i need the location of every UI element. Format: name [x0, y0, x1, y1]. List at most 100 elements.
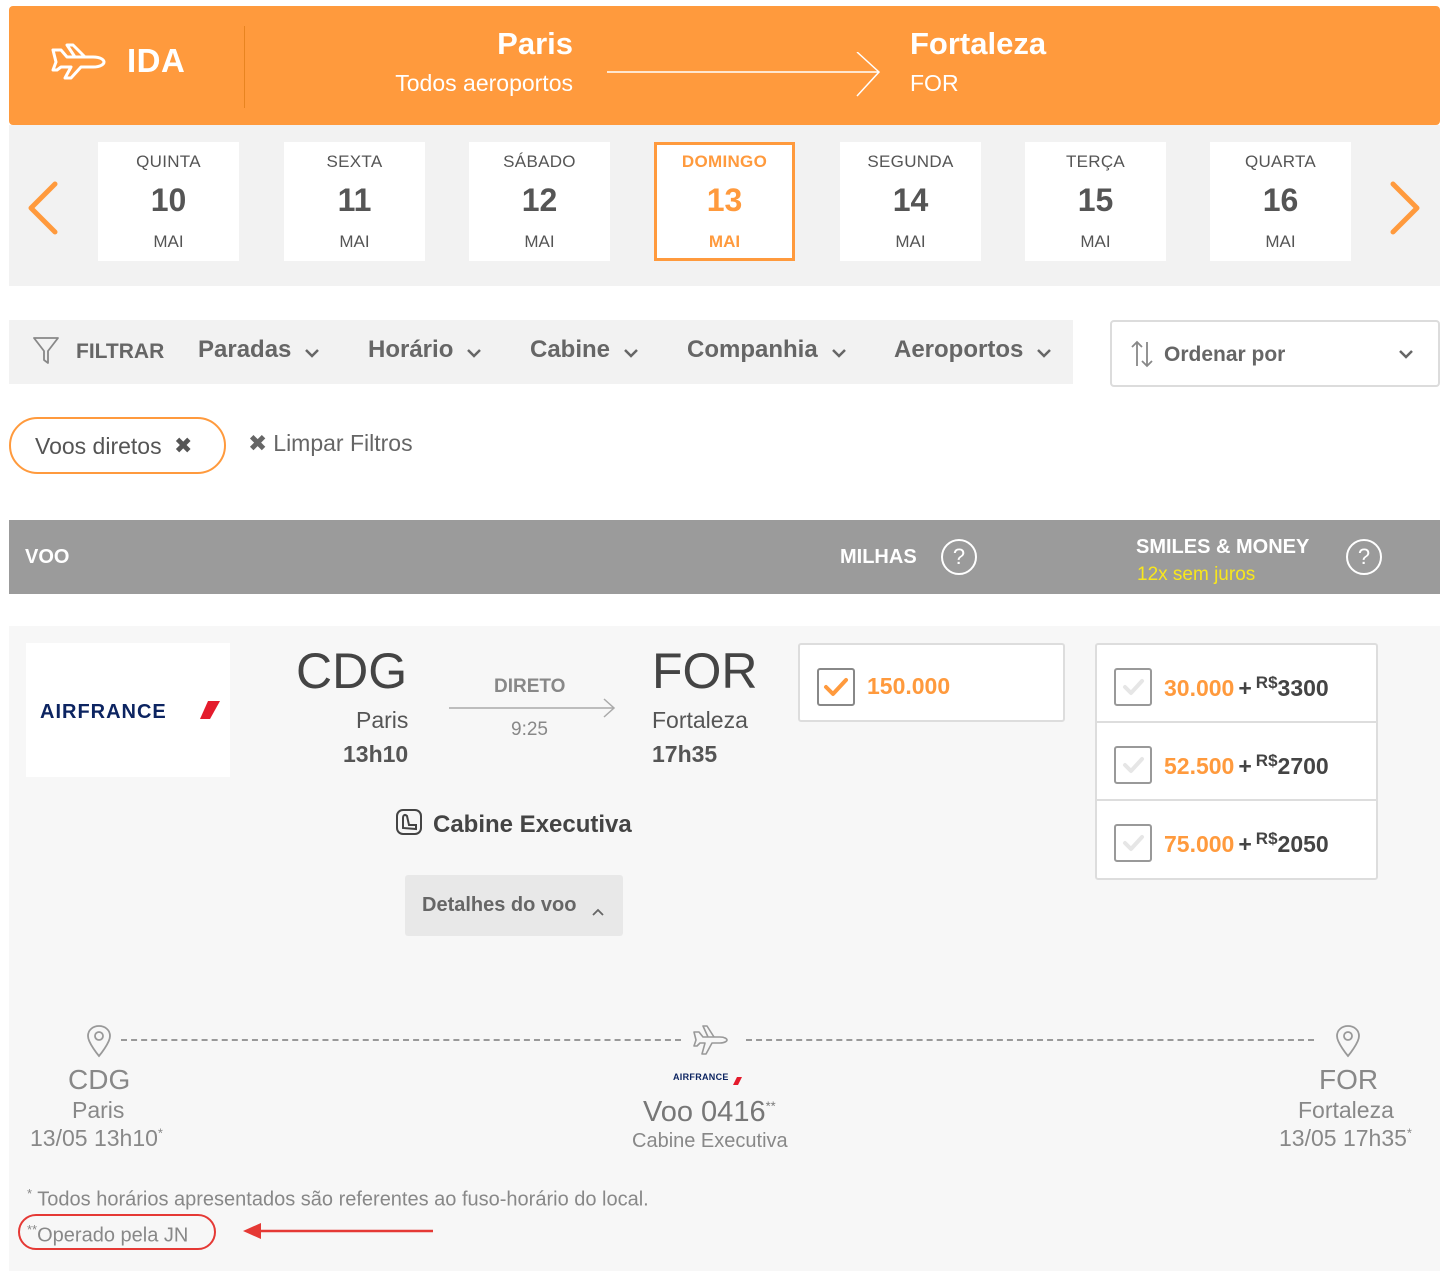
date-month: MAI — [895, 232, 926, 251]
chip-label: Voos diretos — [35, 433, 162, 459]
annotation-arrow-icon — [243, 1222, 435, 1245]
origin-code: CDG — [296, 643, 408, 699]
option-money: 2050 — [1277, 831, 1329, 857]
flight-details-button[interactable]: Detalhes do voo — [405, 875, 623, 936]
smiles-money-option[interactable]: 75.000 + R$2050 — [1097, 801, 1376, 879]
footnote-text: Todos horários apresentados são referent… — [37, 1188, 649, 1211]
column-miles: MILHAS — [840, 546, 917, 568]
filter-airline-dropdown[interactable]: Companhia — [687, 336, 846, 365]
arrival-time: 17h35 — [652, 741, 718, 767]
dropdown-label: Horário — [368, 336, 454, 363]
check-icon — [1123, 757, 1144, 773]
date-weekday: SEGUNDA — [867, 152, 954, 171]
option-checkbox[interactable] — [1114, 746, 1152, 784]
miles-help-icon[interactable]: ? — [941, 539, 977, 575]
origin-city: Paris — [356, 707, 409, 733]
dropdown-label: Cabine — [530, 336, 611, 363]
date-weekday: QUINTA — [136, 152, 201, 171]
currency-symbol: R$ — [1255, 673, 1278, 692]
date-weekday: DOMINGO — [681, 152, 768, 171]
prev-date-icon[interactable] — [25, 180, 61, 241]
seat-icon — [395, 808, 423, 843]
chevron-down-icon — [467, 337, 482, 365]
check-icon — [1123, 835, 1144, 851]
airline-name: AIRFRANCE — [673, 1072, 729, 1082]
location-pin-icon — [86, 1024, 112, 1063]
location-pin-icon — [1335, 1024, 1361, 1063]
dropdown-label: Paradas — [198, 336, 292, 363]
date-day: 14 — [892, 182, 929, 218]
date-day: 15 — [1077, 182, 1114, 218]
date-card[interactable]: QUINTA 10 MAI — [98, 142, 239, 261]
sort-label: Ordenar por — [1164, 343, 1286, 366]
date-card[interactable]: TERÇA 15 MAI — [1025, 142, 1166, 261]
date-card[interactable]: SEXTA 11 MAI — [284, 142, 425, 261]
check-icon — [824, 678, 848, 696]
timeline-destination-code: FOR — [1319, 1064, 1379, 1095]
date-card-selected[interactable]: DOMINGO 13 MAI — [654, 142, 795, 261]
route-dash-line — [746, 1039, 1314, 1041]
option-miles: 75.000 — [1164, 831, 1235, 857]
chevron-down-icon — [831, 337, 846, 365]
installments-note: 12x sem juros — [1137, 564, 1256, 585]
sort-icon — [1130, 340, 1154, 373]
smiles-money-option[interactable]: 52.500 + R$2700 — [1097, 723, 1376, 801]
airplane-icon — [692, 1024, 728, 1061]
filter-stops-dropdown[interactable]: Paradas — [198, 336, 320, 365]
filter-time-dropdown[interactable]: Horário — [368, 336, 482, 365]
plus-sign: + — [1238, 831, 1252, 857]
close-icon: ✖ — [248, 430, 268, 456]
option-checkbox[interactable] — [1114, 824, 1152, 862]
date-weekday: TERÇA — [1065, 152, 1126, 171]
date-day: 10 — [150, 182, 187, 218]
currency-symbol: R$ — [1255, 829, 1278, 848]
date-month: MAI — [708, 232, 741, 251]
flight-number-text: Voo 0416 — [643, 1096, 766, 1128]
details-label: Detalhes do voo — [422, 894, 577, 916]
active-filter-chip[interactable]: Voos diretos ✖ — [9, 417, 226, 474]
currency-symbol: R$ — [1255, 751, 1278, 770]
airline-name: AIRFRANCE — [40, 701, 167, 723]
airfrance-stripe-icon — [200, 701, 220, 724]
date-card[interactable]: SÁBADO 12 MAI — [469, 142, 610, 261]
date-month: MAI — [1265, 232, 1296, 251]
column-smiles-money: SMILES & MONEY — [1136, 536, 1310, 558]
option-miles: 30.000 — [1164, 675, 1235, 701]
cabin-class: Cabine Executiva — [395, 808, 632, 843]
flight-number: Voo 0416** — [643, 1096, 776, 1129]
origin-city: Paris — [497, 26, 573, 61]
filter-airports-dropdown[interactable]: Aeroportos — [894, 336, 1052, 365]
miles-price-option[interactable]: 150.000 — [798, 643, 1065, 722]
smiles-money-option[interactable]: 30.000 + R$3300 — [1097, 645, 1376, 723]
footnote-mark: * — [1406, 1125, 1412, 1141]
next-date-icon[interactable] — [1387, 180, 1423, 241]
highlight-annotation — [18, 1214, 216, 1250]
smiles-money-options: 30.000 + R$3300 52.500 + R$2700 75.000 + R$205… — [1095, 643, 1378, 880]
timeline-origin-code: CDG — [68, 1064, 131, 1095]
date-day: 11 — [337, 182, 372, 218]
timeline-origin-city: Paris — [72, 1097, 125, 1123]
smiles-money-help-icon[interactable]: ? — [1346, 539, 1382, 575]
date-weekday: QUARTA — [1244, 152, 1317, 171]
airline-logo: AIRFRANCE — [26, 643, 230, 777]
plus-sign: + — [1238, 675, 1252, 701]
date-card[interactable]: SEGUNDA 14 MAI — [840, 142, 981, 261]
plus-sign: + — [1238, 753, 1252, 779]
miles-checkbox[interactable] — [817, 668, 855, 706]
date-month: MAI — [524, 232, 555, 251]
datetime-text: 13/05 17h35 — [1279, 1125, 1407, 1151]
filter-cabin-dropdown[interactable]: Cabine — [530, 336, 638, 365]
option-money: 2700 — [1277, 753, 1329, 779]
clear-filters-link[interactable]: ✖ Limpar Filtros — [248, 430, 413, 457]
date-card[interactable]: QUARTA 16 MAI — [1210, 142, 1351, 261]
date-month: MAI — [153, 232, 184, 251]
flight-duration: 9:25 — [511, 719, 548, 740]
timeline-destination-datetime: 13/05 17h35* — [1279, 1125, 1412, 1152]
sort-dropdown[interactable]: Ordenar por — [1110, 320, 1440, 387]
chevron-down-icon — [305, 337, 320, 365]
remove-filter-icon[interactable]: ✖ — [174, 433, 192, 459]
option-money: 3300 — [1277, 675, 1329, 701]
option-checkbox[interactable] — [1114, 668, 1152, 706]
dropdown-label: Aeroportos — [894, 336, 1024, 363]
option-price: 30.000 + R$3300 — [1164, 673, 1329, 702]
